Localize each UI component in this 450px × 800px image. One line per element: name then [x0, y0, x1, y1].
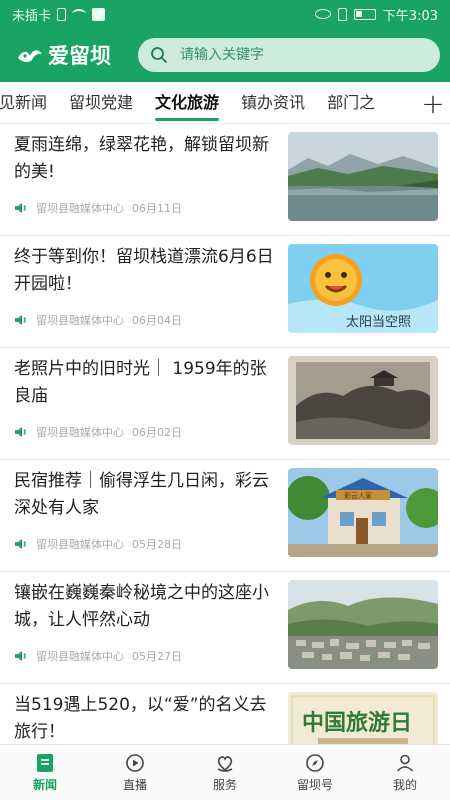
service-icon: [217, 756, 233, 772]
news-thumbnail: [288, 132, 438, 221]
thumb-caption: 太阳当空照: [346, 315, 411, 330]
bottom-nav: 新闻 直播 服务 留坝号 我的: [0, 744, 450, 800]
search-icon: [151, 47, 167, 63]
news-source: 留坝县融媒体中心: [36, 650, 124, 663]
status-right: 下午3:03: [314, 5, 438, 24]
nav-label: 服务: [212, 778, 237, 792]
news-item[interactable]: 终于等到你！留坝栈道漂流6月6日开园啦！ 留坝县融媒体中心 06月04日 太阳当…: [0, 236, 450, 348]
news-thumbnail: [288, 580, 438, 669]
speaker-icon[interactable]: [14, 202, 28, 214]
thumb-caption: 彩云人家: [344, 491, 372, 500]
tab-news[interactable]: 见新闻: [0, 82, 58, 123]
news-meta: 留坝县融媒体中心 06月04日: [14, 312, 182, 328]
news-item[interactable]: 当519遇上520，以“爱”的名义去旅行！ 中国旅游日: [0, 684, 450, 744]
nav-label: 留坝号: [296, 778, 333, 792]
nav-label: 我的: [392, 778, 417, 792]
news-list: 夏雨连绵，绿翠花艳，解锁留坝新的美! 留坝县融媒体中心 06月11日 终于等到你…: [0, 124, 450, 744]
town-valley-image: [288, 580, 438, 669]
speaker-icon[interactable]: [14, 650, 28, 662]
news-date: 05月27日: [132, 650, 182, 663]
eye-icon: [314, 9, 331, 19]
news-item[interactable]: 民宿推荐｜偷得浮生几日闲，彩云深处有人家 留坝县融媒体中心 05月28日 彩云人…: [0, 460, 450, 572]
news-title: 夏雨连绵，绿翠花艳，解锁留坝新的美!: [14, 135, 269, 182]
live-icon: [126, 754, 144, 772]
news-title: 终于等到你！留坝栈道漂流6月6日开园啦！: [14, 247, 274, 294]
news-title: 老照片中的旧时光｜ 1959年的张良庙: [14, 359, 267, 406]
old-photo-image: [288, 356, 438, 445]
clock: 下午3:03: [382, 8, 438, 24]
speaker-icon[interactable]: [14, 426, 28, 438]
travel-day-image: 中国旅游日: [288, 692, 438, 744]
news-meta: 留坝县融媒体中心 05月28日: [14, 536, 182, 552]
news-meta: 留坝县融媒体中心 06月11日: [14, 200, 182, 216]
news-thumbnail: [288, 356, 438, 445]
news-source: 留坝县融媒体中心: [36, 314, 124, 327]
news-source: 留坝县融媒体中心: [36, 202, 124, 215]
news-date: 06月11日: [132, 202, 182, 215]
search-bar[interactable]: [138, 38, 440, 72]
logo-text: 爱留坝: [48, 43, 111, 68]
news-item[interactable]: 镶嵌在巍巍秦岭秘境之中的这座小城，让人怦然心动 留坝县融媒体中心 05月27日: [0, 572, 450, 684]
compass-icon: [306, 754, 324, 772]
status-bar: 未插卡 下午3:03: [0, 0, 450, 28]
status-left: 未插卡: [12, 5, 106, 24]
tab-departments[interactable]: 部门之: [316, 82, 386, 123]
speaker-icon[interactable]: [14, 538, 28, 550]
news-title: 民宿推荐｜偷得浮生几日闲，彩云深处有人家: [14, 471, 269, 518]
category-tabs: 见新闻 留坝党建 文化旅游 镇办资讯 部门之 +: [0, 82, 450, 124]
news-meta: 留坝县融媒体中心 05月27日: [14, 648, 182, 664]
app-logo[interactable]: 爱留坝: [16, 40, 136, 70]
news-thumbnail: 太阳当空照: [288, 244, 438, 333]
news-title: 当519遇上520，以“爱”的名义去旅行！: [14, 695, 267, 742]
news-thumbnail: 彩云人家: [288, 468, 438, 557]
tab-party-building[interactable]: 留坝党建: [58, 82, 144, 123]
speaker-icon[interactable]: [14, 314, 28, 326]
nav-label: 新闻: [32, 778, 57, 792]
news-item[interactable]: 夏雨连绵，绿翠花艳，解锁留坝新的美! 留坝县融媒体中心 06月11日: [0, 124, 450, 236]
add-tab-button[interactable]: +: [416, 82, 450, 123]
news-date: 05月28日: [132, 538, 182, 551]
search-input[interactable]: [180, 47, 420, 63]
tabs-track: 见新闻 留坝党建 文化旅游 镇办资讯 部门之: [0, 82, 386, 123]
news-icon: [37, 754, 53, 772]
sun-cartoon-image: 太阳当空照: [288, 244, 438, 333]
app-header: 爱留坝: [0, 28, 450, 82]
tab-town-info[interactable]: 镇办资讯: [230, 82, 316, 123]
profile-icon: [396, 754, 414, 772]
tab-culture-tourism[interactable]: 文化旅游: [144, 82, 230, 123]
news-item[interactable]: 老照片中的旧时光｜ 1959年的张良庙 留坝县融媒体中心 06月02日: [0, 348, 450, 460]
news-source: 留坝县融媒体中心: [36, 426, 124, 439]
news-date: 06月04日: [132, 314, 182, 327]
sim-icon: [57, 7, 67, 21]
news-title: 镶嵌在巍巍秦岭秘境之中的这座小城，让人怦然心动: [14, 583, 269, 630]
news-source: 留坝县融媒体中心: [36, 538, 124, 551]
logo-bird-icon: [18, 50, 42, 63]
lake-mountains-image: [288, 132, 438, 221]
wifi-icon: [72, 9, 87, 19]
vibrate-icon: [337, 7, 347, 21]
nav-live[interactable]: 直播: [90, 745, 180, 800]
nav-label: 直播: [122, 778, 147, 792]
nav-liuba-account[interactable]: 留坝号: [270, 745, 360, 800]
battery-icon: [353, 8, 376, 20]
guesthouse-image: 彩云人家: [288, 468, 438, 557]
nav-profile[interactable]: 我的: [360, 745, 450, 800]
nav-news[interactable]: 新闻: [0, 745, 90, 800]
app-notification-icon: [92, 7, 106, 21]
carrier-text: 未插卡: [12, 8, 52, 24]
nav-service[interactable]: 服务: [180, 745, 270, 800]
thumb-caption: 中国旅游日: [302, 710, 412, 736]
news-meta: 留坝县融媒体中心 06月02日: [14, 424, 182, 440]
news-date: 06月02日: [132, 426, 182, 439]
news-thumbnail: 中国旅游日: [288, 692, 438, 744]
